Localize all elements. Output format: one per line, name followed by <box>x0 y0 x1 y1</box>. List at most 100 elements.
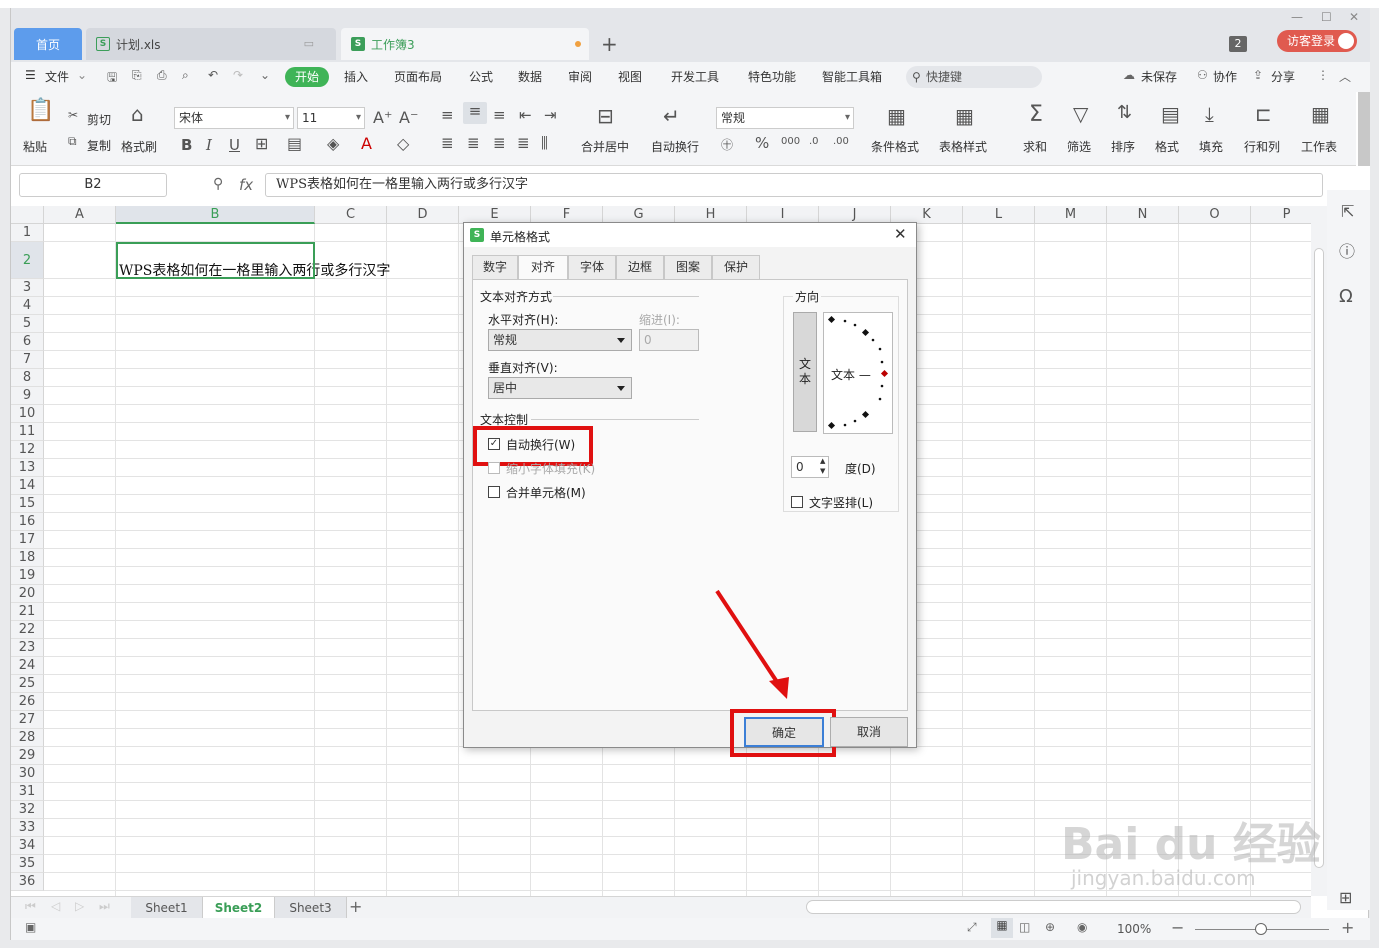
wrap-text-icon[interactable]: ↵ <box>663 104 680 128</box>
row-header-14[interactable]: 14 <box>11 477 44 495</box>
row-header-36[interactable]: 36 <box>11 873 44 891</box>
eye-protection-icon[interactable]: ◉ <box>1077 920 1087 934</box>
row-col-icon[interactable]: ⊏ <box>1255 102 1272 126</box>
row-header-35[interactable]: 35 <box>11 855 44 873</box>
menu-smart-tools[interactable]: 智能工具箱 <box>822 68 882 85</box>
window-count-badge[interactable]: 2 <box>1229 36 1247 52</box>
fill-icon[interactable]: ⤓ <box>1205 102 1214 126</box>
clear-icon[interactable]: ◇ <box>397 134 409 153</box>
menu-special[interactable]: 特色功能 <box>748 68 796 85</box>
row-header-27[interactable]: 27 <box>11 711 44 729</box>
decrease-font-icon[interactable]: A⁻ <box>399 108 418 127</box>
page-layout-view-icon[interactable]: ⊕ <box>1045 920 1055 934</box>
row-header-2[interactable]: 2 <box>11 242 44 279</box>
macro-record-icon[interactable]: ▣ <box>25 920 36 934</box>
copy-button[interactable]: 复制 <box>87 137 111 154</box>
name-box[interactable]: B2 <box>19 173 167 197</box>
menu-insert[interactable]: 插入 <box>344 68 368 85</box>
row-header-25[interactable]: 25 <box>11 675 44 693</box>
sheet-tab-sheet3[interactable]: Sheet3 <box>275 897 347 919</box>
font-color-icon[interactable]: A <box>361 134 372 153</box>
orientation-dial[interactable]: 文本 — <box>823 312 893 434</box>
menu-view[interactable]: 视图 <box>618 68 642 85</box>
column-header-b[interactable]: B <box>116 206 315 224</box>
undo-icon[interactable]: ↶ <box>208 68 218 82</box>
row-header-1[interactable]: 1 <box>11 224 44 242</box>
wrap-text-button[interactable]: 自动换行 <box>651 138 699 155</box>
font-size-select[interactable]: 11 <box>297 107 365 129</box>
select-all-corner[interactable] <box>11 206 44 224</box>
cursor-select-icon[interactable]: ⇱ <box>1341 202 1354 221</box>
row-header-6[interactable]: 6 <box>11 333 44 351</box>
column-header-m[interactable]: M <box>1035 206 1107 224</box>
row-header-13[interactable]: 13 <box>11 459 44 477</box>
currency-icon[interactable]: ㊉ <box>721 136 733 153</box>
tab-font[interactable]: 字体 <box>568 255 616 279</box>
row-header-23[interactable]: 23 <box>11 639 44 657</box>
row-header-34[interactable]: 34 <box>11 837 44 855</box>
font-name-select[interactable]: 宋体 <box>174 107 294 129</box>
indent-spinner[interactable]: 0 <box>639 329 699 351</box>
row-header-29[interactable]: 29 <box>11 747 44 765</box>
export-icon[interactable]: ⎘ <box>132 68 142 83</box>
thousands-icon[interactable]: 000 <box>781 136 800 147</box>
tab-border[interactable]: 边框 <box>616 255 664 279</box>
cell-style-icon[interactable]: ▤ <box>287 134 302 153</box>
column-header-a[interactable]: A <box>44 206 116 224</box>
zoom-slider-handle[interactable] <box>1255 923 1267 935</box>
row-header-9[interactable]: 9 <box>11 387 44 405</box>
column-header-c[interactable]: C <box>315 206 387 224</box>
zoom-level[interactable]: 100% <box>1117 922 1151 936</box>
row-header-18[interactable]: 18 <box>11 549 44 567</box>
align-middle-icon[interactable]: ≡ <box>463 102 487 124</box>
column-header-l[interactable]: L <box>963 206 1035 224</box>
align-center-icon[interactable]: ≣ <box>467 134 480 152</box>
h-align-select[interactable]: 常规 <box>488 329 632 351</box>
worksheet-button[interactable]: 工作表 <box>1301 138 1337 155</box>
bold-icon[interactable]: B <box>181 136 192 154</box>
format-painter-icon[interactable]: ⌂ <box>131 102 144 126</box>
tab-number[interactable]: 数字 <box>472 255 518 279</box>
row-col-button[interactable]: 行和列 <box>1244 138 1280 155</box>
zoom-in-icon[interactable]: + <box>1341 918 1354 937</box>
italic-icon[interactable]: I <box>206 136 212 154</box>
number-format-select[interactable]: 常规 <box>716 107 854 129</box>
sheet-tab-sheet1[interactable]: Sheet1 <box>131 897 203 919</box>
tab-doc-plan[interactable]: S 计划.xls ▭ <box>86 28 336 60</box>
zoom-lookup-icon[interactable]: ⚲ <box>213 176 223 192</box>
tab-pattern[interactable]: 图案 <box>664 255 712 279</box>
sheet-nav-first-icon[interactable]: ⏮ <box>25 899 36 914</box>
visitor-login-button[interactable]: 访客登录 <box>1277 30 1357 52</box>
sum-icon[interactable]: Σ <box>1029 102 1043 127</box>
menu-file[interactable]: 文件 <box>45 68 69 85</box>
ok-button[interactable]: 确定 <box>744 717 824 747</box>
minimize-icon[interactable]: — <box>1291 10 1303 24</box>
row-header-33[interactable]: 33 <box>11 819 44 837</box>
percent-icon[interactable]: % <box>755 134 769 152</box>
filter-button[interactable]: 筛选 <box>1067 138 1091 155</box>
vertical-text-checkbox-label[interactable]: 文字竖排(L) <box>809 494 873 511</box>
fill-color-icon[interactable]: ◈ <box>327 134 339 153</box>
row-header-8[interactable]: 8 <box>11 369 44 387</box>
fill-button[interactable]: 填充 <box>1199 138 1223 155</box>
new-tab-plus-icon[interactable]: + <box>601 32 618 56</box>
zoom-out-icon[interactable]: − <box>1171 918 1184 937</box>
sort-icon[interactable]: ⇅ <box>1117 102 1132 123</box>
selected-cell-b2[interactable] <box>116 242 315 279</box>
page-break-view-icon[interactable]: ◫ <box>1019 920 1030 934</box>
command-search[interactable]: ⚲ 快捷键 <box>906 66 1042 88</box>
row-header-19[interactable]: 19 <box>11 567 44 585</box>
indent-decrease-icon[interactable]: ⇤ <box>519 106 532 124</box>
normal-view-icon[interactable]: ▦ <box>991 918 1013 938</box>
row-header-4[interactable]: 4 <box>11 297 44 315</box>
row-header-31[interactable]: 31 <box>11 783 44 801</box>
conditional-format-icon[interactable]: ▦ <box>887 104 906 128</box>
menu-dev-tools[interactable]: 开发工具 <box>671 68 719 85</box>
formula-input[interactable]: WPS表格如何在一格里输入两行或多行汉字 <box>265 173 1323 197</box>
help-icon[interactable]: ⓘ <box>1339 238 1355 262</box>
cancel-button[interactable]: 取消 <box>830 717 908 747</box>
row-header-10[interactable]: 10 <box>11 405 44 423</box>
tab-workbook3[interactable]: S 工作簿3 <box>341 28 589 60</box>
format-button[interactable]: 格式 <box>1155 138 1179 155</box>
redo-icon[interactable]: ↷ <box>233 68 243 82</box>
